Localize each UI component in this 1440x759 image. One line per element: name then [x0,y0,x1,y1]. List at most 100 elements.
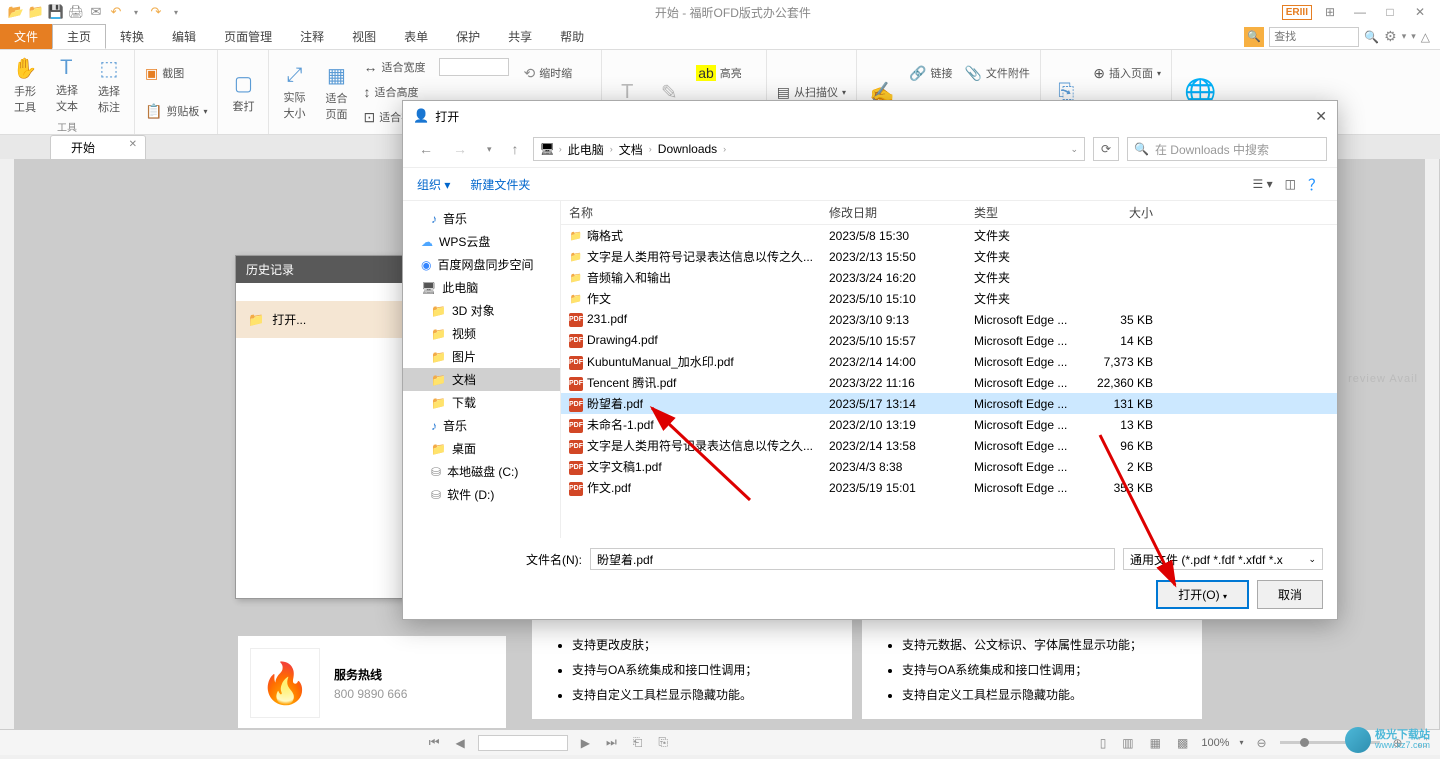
tree-item[interactable]: ⛁本地磁盘 (C:) [403,460,560,483]
tree-item[interactable]: 📁3D 对象 [403,299,560,322]
fit-page-button[interactable]: ▦适合 页面 [319,54,353,130]
tab-pagemgmt[interactable]: 页面管理 [210,24,286,49]
first-page-icon[interactable]: ⏮ [426,735,443,750]
tree-item[interactable]: 🖥此电脑 [403,276,560,299]
tree-item[interactable]: 📁下载 [403,391,560,414]
tree-item[interactable]: ♪音乐 [403,414,560,437]
last-page-icon[interactable]: ⏭ [603,735,620,750]
view-mode-button[interactable]: ☰ ▾ [1253,177,1273,191]
select-text-button[interactable]: Ꭲ选择 文本 [50,54,84,117]
grid-icon[interactable]: ⊞ [1320,5,1340,19]
dropdown-icon[interactable]: ▾ [1411,31,1416,42]
col-header-size[interactable]: 大小 [1086,204,1161,221]
zoom-dropdown-icon[interactable]: ▾ [1239,738,1243,747]
tab-help[interactable]: 帮助 [546,24,598,49]
settings-dropdown-icon[interactable]: ▾ [1402,31,1407,42]
select-annot-button[interactable]: ⬚选择 标注 [92,54,126,117]
nav-back-icon[interactable]: ← [413,138,439,160]
path-bar[interactable]: 🖥 › 此电脑 › 文档 › Downloads › ⌄ [533,137,1085,161]
tab-share[interactable]: 共享 [494,24,546,49]
file-row[interactable]: PDF文字文稿1.pdf2023/4/3 8:38Microsoft Edge … [561,456,1337,477]
layout-continuous-icon[interactable]: ▥ [1119,736,1136,750]
layout-single-icon[interactable]: ▯ [1097,736,1110,750]
nav-forward-icon[interactable]: → [447,138,473,160]
tree-item[interactable]: ♪音乐 [403,207,560,230]
dialog-search-input[interactable]: 🔍 在 Downloads 中搜索 [1127,137,1327,161]
doc-tab-start[interactable]: 开始 ✕ [50,135,146,159]
col-header-date[interactable]: 修改日期 [821,204,966,221]
snapshot-button[interactable]: ▣截图 [143,63,209,84]
reflow-button[interactable]: ⟲缩时缩 [521,63,593,84]
fit-width-button[interactable]: ↔适合宽度 [361,57,427,77]
mail-icon[interactable]: ✉ [88,4,104,20]
tree-item[interactable]: ◉百度网盘同步空间 [403,253,560,276]
file-row[interactable]: 📁音频输入和输出2023/3/24 16:20文件夹 [561,267,1337,288]
tab-annotate[interactable]: 注释 [286,24,338,49]
cancel-button[interactable]: 取消 [1257,580,1323,609]
breadcrumb-docs[interactable]: 文档 [617,141,645,158]
file-row[interactable]: PDF作文.pdf2023/5/19 15:01Microsoft Edge .… [561,477,1337,498]
file-row[interactable]: 📁文字是人类用符号记录表达信息以传之久...2023/2/13 15:50文件夹 [561,246,1337,267]
nav-up-icon[interactable]: ↑ [506,138,525,160]
file-row[interactable]: PDFTencent 腾讯.pdf2023/3/22 11:16Microsof… [561,372,1337,393]
tree-item[interactable]: 📁视频 [403,322,560,345]
prev-page-icon[interactable]: ◀ [453,736,468,750]
next-page-icon[interactable]: ▶ [578,736,593,750]
close-icon[interactable]: ✕ [1410,5,1430,19]
tab-home[interactable]: 主页 [52,24,106,49]
file-row[interactable]: PDFKubuntuManual_加水印.pdf2023/2/14 14:00M… [561,351,1337,372]
preview-pane-button[interactable]: ◫ [1285,177,1296,191]
layout-facing-icon[interactable]: ▦ [1147,736,1164,750]
save-icon[interactable]: 💾 [48,4,64,20]
file-row[interactable]: PDF未命名-1.pdf2023/2/10 13:19Microsoft Edg… [561,414,1337,435]
actual-size-button[interactable]: ⤢实际 大小 [277,54,311,130]
attachment-button[interactable]: 📎文件附件 [962,63,1032,84]
minimize-icon[interactable]: — [1350,5,1370,19]
search-icon[interactable]: 🔍 [1244,27,1264,47]
undo-icon[interactable]: ↶ [108,4,124,20]
tree-item[interactable]: ☁WPS云盘 [403,230,560,253]
path-dropdown-icon[interactable]: ⌄ [1070,144,1078,155]
tab-form[interactable]: 表单 [390,24,442,49]
link-button[interactable]: 🔗链接 [907,63,954,84]
tab-protect[interactable]: 保护 [442,24,494,49]
file-list[interactable]: 名称 修改日期 类型 大小 📁嗨格式2023/5/8 15:30文件夹📁文字是人… [561,201,1337,538]
filename-input[interactable] [590,548,1115,570]
file-row[interactable]: PDF231.pdf2023/3/10 9:13Microsoft Edge .… [561,309,1337,330]
folder-tree[interactable]: ♪音乐☁WPS云盘◉百度网盘同步空间🖥此电脑📁3D 对象📁视频📁图片📁文档📁下载… [403,201,561,538]
nav-prev-view-icon[interactable]: ⎗ [630,735,646,750]
page-number-input[interactable] [478,735,568,751]
file-row[interactable]: 📁嗨格式2023/5/8 15:30文件夹 [561,225,1337,246]
doc-tab-close-icon[interactable]: ✕ [129,139,137,150]
col-header-name[interactable]: 名称 [561,204,821,221]
tab-convert[interactable]: 转换 [106,24,158,49]
zoom-out-icon[interactable]: ⊖ [1253,736,1269,750]
overlay-button[interactable]: ▢套打 [226,54,260,130]
fit-height-button[interactable]: ↕适合高度 [361,82,427,102]
tree-item[interactable]: 📁图片 [403,345,560,368]
open-button[interactable]: 打开(O) ▾ [1156,580,1249,609]
redo-icon[interactable]: ↷ [148,4,164,20]
undo-dropdown-icon[interactable]: ▾ [128,4,144,20]
redo-dropdown-icon[interactable]: ▾ [168,4,184,20]
right-sidebar[interactable] [1425,159,1440,729]
settings-icon[interactable]: ⚙ [1384,28,1397,45]
open2-icon[interactable]: 📁 [28,4,44,20]
file-filter-dropdown[interactable]: 通用文件 (*.pdf *.fdf *.xfdf *.x ⌄ [1123,548,1323,570]
print-icon[interactable]: 🖨 [68,4,84,20]
help-icon[interactable]: ？ [1308,174,1323,195]
search-input[interactable] [1269,27,1359,47]
organize-button[interactable]: 组织 ▾ [417,176,450,193]
col-header-type[interactable]: 类型 [966,204,1086,221]
nav-recent-dropdown-icon[interactable]: ▾ [481,141,498,158]
file-row[interactable]: PDFDrawing4.pdf2023/5/10 15:57Microsoft … [561,330,1337,351]
file-row[interactable]: PDF盼望着.pdf2023/5/17 13:14Microsoft Edge … [561,393,1337,414]
search-go-icon[interactable]: 🔍 [1364,30,1379,44]
layout-cont-facing-icon[interactable]: ▩ [1174,736,1191,750]
tree-item[interactable]: 📁文档 [403,368,560,391]
tree-item[interactable]: ⛁软件 (D:) [403,483,560,506]
open-icon[interactable]: 📂 [8,4,24,20]
insert-page-button[interactable]: ⊕插入页面▾ [1091,63,1163,84]
collapse-ribbon-icon[interactable]: △ [1421,30,1430,44]
refresh-button[interactable]: ⟳ [1093,137,1119,161]
